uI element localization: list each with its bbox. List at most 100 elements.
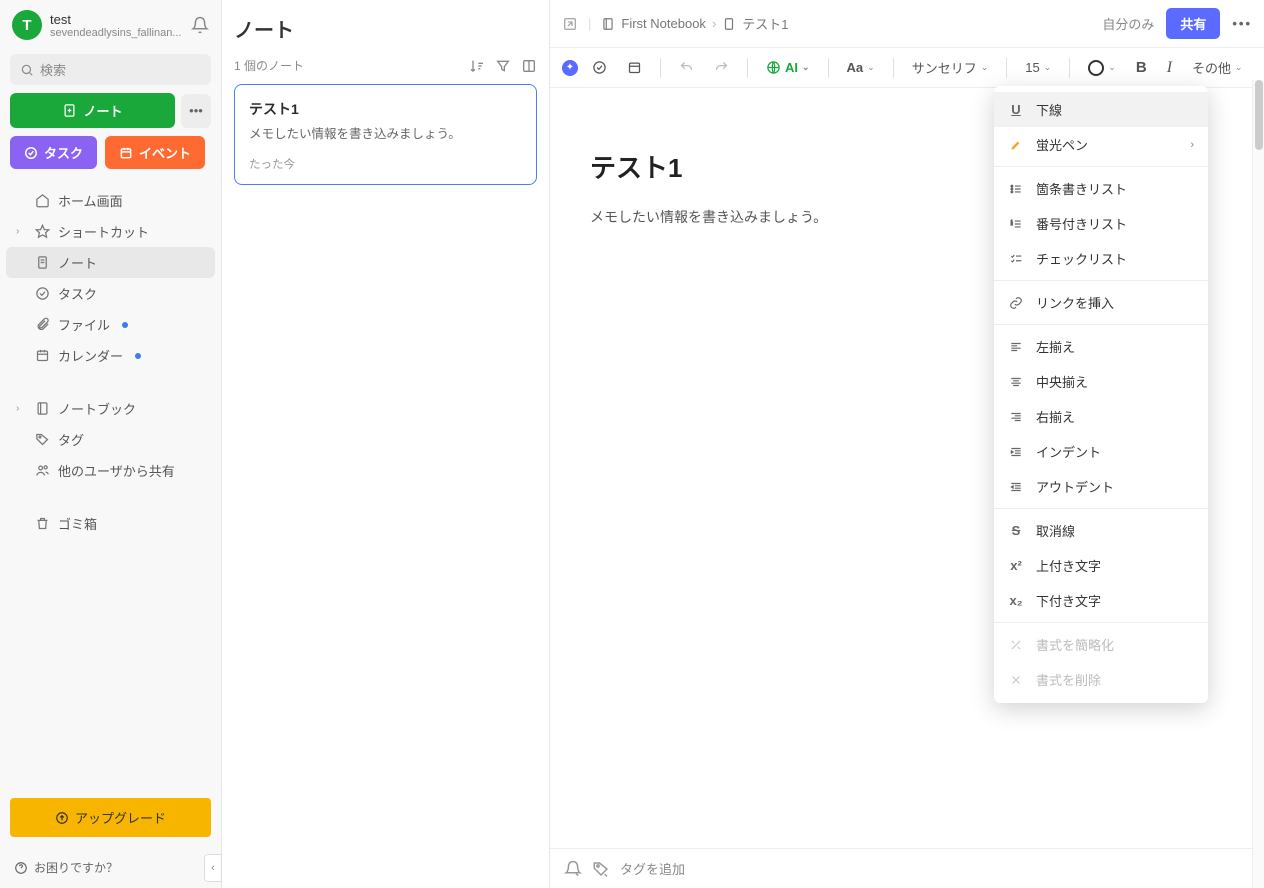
menu-align-left[interactable]: 左揃え [994, 329, 1208, 364]
note-list-panel: ノート 1 個のノート テスト1 メモしたい情報を書き込みましょう。 たった今 [222, 0, 550, 888]
note-card-body: メモしたい情報を書き込みましょう。 [249, 123, 522, 142]
nav-files-label: ファイル [58, 315, 110, 334]
font-color-button[interactable]: ⌄ [1082, 56, 1122, 80]
sort-icon[interactable] [469, 58, 485, 74]
expand-icon[interactable] [562, 16, 578, 32]
more-formatting-button[interactable]: その他 ⌄ [1186, 54, 1249, 81]
menu-underline[interactable]: U下線 [994, 92, 1208, 127]
calendar-icon [119, 146, 133, 160]
nav-notes[interactable]: ノート [6, 247, 215, 278]
upgrade-button[interactable]: アップグレード [10, 798, 211, 837]
menu-link[interactable]: リンクを挿入 [994, 285, 1208, 320]
bold-button[interactable]: B [1130, 55, 1153, 80]
notebook-icon [34, 401, 50, 416]
nav-files[interactable]: ファイル [6, 309, 215, 340]
scrollbar[interactable] [1252, 80, 1264, 888]
search-placeholder: 検索 [40, 60, 66, 79]
bullet-list-icon [1008, 182, 1024, 196]
nav-section-org: › ノートブック タグ 他のユーザから共有 [0, 389, 221, 490]
menu-superscript[interactable]: x²上付き文字 [994, 548, 1208, 583]
undo-icon[interactable] [673, 56, 700, 79]
svg-text:2: 2 [1011, 222, 1013, 226]
menu-indent[interactable]: インデント [994, 434, 1208, 469]
clear-format-icon [1008, 673, 1024, 687]
nav-tags[interactable]: タグ [6, 424, 215, 455]
breadcrumb-note[interactable]: テスト1 [742, 14, 788, 33]
note-list-title: ノート [234, 14, 294, 43]
view-toggle-icon[interactable] [521, 58, 537, 74]
insert-icon[interactable]: ✦ [562, 60, 578, 76]
numbered-list-icon: 12 [1008, 217, 1024, 231]
note-card-title: テスト1 [249, 99, 522, 119]
heading-button[interactable]: Aa ⌄ [841, 56, 881, 79]
menu-clear-format: 書式を削除 [994, 662, 1208, 697]
menu-subscript[interactable]: x₂下付き文字 [994, 583, 1208, 618]
attachment-icon [34, 317, 50, 332]
tag-placeholder[interactable]: タグを追加 [620, 859, 685, 878]
nav-shared-label: 他のユーザから共有 [58, 461, 175, 480]
nav-calendar-label: カレンダー [58, 346, 123, 365]
note-plus-icon [62, 103, 77, 118]
editor-footer: タグを追加 [550, 848, 1264, 888]
search-input[interactable]: 検索 [10, 54, 211, 85]
italic-button[interactable]: I [1161, 55, 1178, 81]
breadcrumb-notebook[interactable]: First Notebook [621, 16, 706, 31]
share-button[interactable]: 共有 [1166, 8, 1220, 39]
nav-shared[interactable]: 他のユーザから共有 [6, 455, 215, 486]
font-size-button[interactable]: 15 ⌄ [1019, 56, 1057, 79]
nav-calendar[interactable]: カレンダー [6, 340, 215, 371]
new-note-more-button[interactable]: ••• [181, 94, 211, 128]
upgrade-label: アップグレード [75, 808, 166, 827]
font-family-button[interactable]: サンセリフ ⌄ [906, 54, 995, 81]
event-label: イベント [139, 143, 191, 162]
collapse-sidebar-button[interactable]: ‹ [204, 854, 222, 882]
help-link[interactable]: お困りですか？ [0, 847, 221, 888]
nav-trash-label: ゴミ箱 [58, 514, 97, 533]
nav-trash[interactable]: ゴミ箱 [6, 508, 215, 539]
menu-checklist[interactable]: チェックリスト [994, 241, 1208, 276]
new-badge-dot [122, 322, 128, 328]
menu-align-center[interactable]: 中央揃え [994, 364, 1208, 399]
checklist-icon [1008, 252, 1024, 266]
add-tag-icon[interactable] [592, 860, 610, 878]
outdent-icon [1008, 480, 1024, 494]
menu-strike[interactable]: S取消線 [994, 513, 1208, 548]
globe-icon [766, 60, 781, 75]
editor-panel: | First Notebook › テスト1 自分のみ 共有 ••• ✦ AI… [550, 0, 1264, 888]
task-toggle-icon[interactable] [586, 56, 613, 79]
nav-notebooks[interactable]: › ノートブック [6, 393, 215, 424]
tag-icon [34, 432, 50, 447]
scrollbar-thumb[interactable] [1255, 80, 1263, 150]
bell-icon[interactable] [191, 16, 209, 34]
help-icon [14, 861, 28, 875]
redo-icon[interactable] [708, 56, 735, 79]
upgrade-icon [55, 811, 69, 825]
nav-section-main: ホーム画面 › ショートカット ノート タスク ファイル カレンダー [0, 181, 221, 375]
note-card[interactable]: テスト1 メモしたい情報を書き込みましょう。 たった今 [234, 84, 537, 185]
nav-home[interactable]: ホーム画面 [6, 185, 215, 216]
link-icon [1008, 296, 1024, 310]
new-event-button[interactable]: イベント [105, 136, 205, 169]
reminder-icon[interactable] [564, 860, 582, 878]
menu-bullet-list[interactable]: 箇条書きリスト [994, 171, 1208, 206]
menu-outdent[interactable]: アウトデント [994, 469, 1208, 504]
new-task-button[interactable]: タスク [10, 136, 97, 169]
nav-shortcuts[interactable]: › ショートカット [6, 216, 215, 247]
filter-icon[interactable] [495, 58, 511, 74]
menu-align-right[interactable]: 右揃え [994, 399, 1208, 434]
menu-numbered-list[interactable]: 12番号付きリスト [994, 206, 1208, 241]
note-count: 1 個のノート [234, 57, 304, 74]
visibility-label[interactable]: 自分のみ [1102, 14, 1154, 33]
ai-button[interactable]: AI⌄ [760, 56, 816, 79]
nav-notes-label: ノート [58, 253, 97, 272]
search-icon [20, 63, 34, 77]
new-badge-dot [135, 353, 141, 359]
nav-tasks[interactable]: タスク [6, 278, 215, 309]
subscript-icon: x₂ [1008, 593, 1024, 608]
menu-simplify: 書式を簡略化 [994, 627, 1208, 662]
new-note-button[interactable]: ノート [10, 93, 175, 128]
more-icon[interactable]: ••• [1232, 16, 1252, 31]
menu-highlight[interactable]: 蛍光ペン› [994, 127, 1208, 162]
user-header[interactable]: T test sevendeadlysins_fallinan... [0, 0, 221, 46]
calendar-toggle-icon[interactable] [621, 56, 648, 79]
